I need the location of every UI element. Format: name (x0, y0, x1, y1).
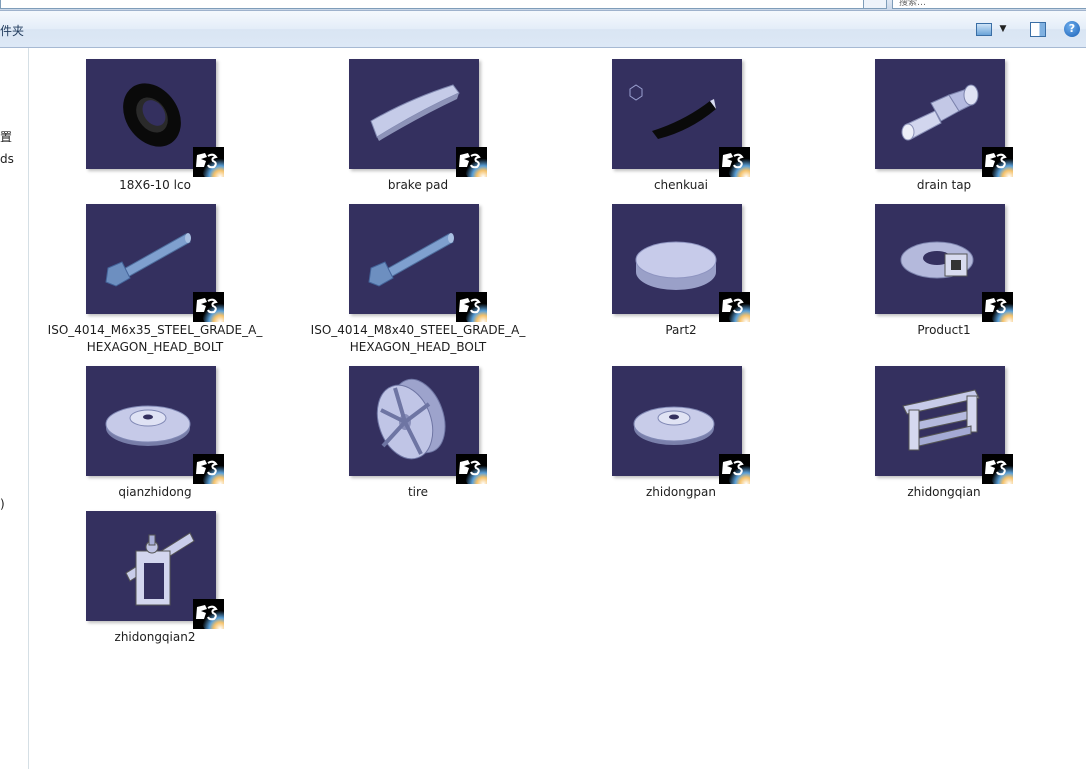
file-name[interactable]: Product1 (829, 322, 1059, 339)
file-name[interactable]: zhidongqian (829, 484, 1059, 501)
catia-3ds-icon (193, 147, 224, 177)
view-options-icon[interactable] (974, 20, 994, 38)
dropdown-arrow-icon[interactable]: ▼ (996, 20, 1010, 38)
catia-3ds-icon (982, 292, 1013, 322)
file-item[interactable]: zhidongqian (829, 366, 1059, 501)
catia-3ds-icon (456, 292, 487, 322)
file-list[interactable]: 18X6-10 lco brake pad chenkuai drain tap… (29, 48, 1086, 769)
file-item[interactable]: 18X6-10 lco (40, 59, 270, 194)
catia-3ds-icon (193, 454, 224, 484)
catia-3ds-icon (456, 454, 487, 484)
file-name[interactable]: 18X6-10 lco (40, 177, 270, 194)
file-name[interactable]: zhidongqian2 (40, 629, 270, 646)
file-item[interactable]: brake pad (303, 59, 533, 194)
file-name[interactable]: qianzhidong (40, 484, 270, 501)
file-item[interactable]: qianzhidong (40, 366, 270, 501)
file-name[interactable]: chenkuai (566, 177, 796, 194)
file-name[interactable]: brake pad (303, 177, 533, 194)
file-name[interactable]: Part2 (566, 322, 796, 339)
catia-3ds-icon (193, 599, 224, 629)
file-item[interactable]: ISO_4014_M6x35_STEEL_GRADE_A_ HEXAGON_HE… (40, 204, 270, 356)
catia-3ds-icon (193, 292, 224, 322)
file-name[interactable]: ISO_4014_M6x35_STEEL_GRADE_A_ HEXAGON_HE… (40, 322, 270, 356)
file-item[interactable]: tire (303, 366, 533, 501)
file-name[interactable]: zhidongpan (566, 484, 796, 501)
nav-item-fragment[interactable]: ) (0, 497, 5, 511)
file-item[interactable]: ISO_4014_M8x40_STEEL_GRADE_A_ HEXAGON_HE… (303, 204, 533, 356)
file-item[interactable]: Product1 (829, 204, 1059, 339)
file-name[interactable]: drain tap (829, 177, 1059, 194)
navigation-pane[interactable]: 置 ds ) (0, 48, 29, 769)
catia-3ds-icon (456, 147, 487, 177)
catia-3ds-icon (719, 454, 750, 484)
file-name[interactable]: ISO_4014_M8x40_STEEL_GRADE_A_ HEXAGON_HE… (303, 322, 533, 356)
catia-3ds-icon (719, 292, 750, 322)
catia-3ds-icon (982, 454, 1013, 484)
file-name[interactable]: tire (303, 484, 533, 501)
file-item[interactable]: zhidongpan (566, 366, 796, 501)
file-item[interactable]: chenkuai (566, 59, 796, 194)
search-box[interactable]: 搜索… (892, 0, 1086, 9)
address-refresh-button[interactable] (863, 0, 887, 9)
catia-3ds-icon (719, 147, 750, 177)
file-item[interactable]: zhidongqian2 (40, 511, 270, 646)
search-box-text: 搜索… (899, 0, 927, 8)
preview-pane-icon[interactable] (1028, 20, 1048, 38)
nav-item-fragment[interactable]: ds (0, 152, 14, 166)
address-bar[interactable] (0, 0, 864, 9)
command-bar-folder-label[interactable]: 件夹 (0, 22, 24, 39)
help-icon[interactable]: ? (1063, 20, 1081, 38)
address-bar-strip: 搜索… (0, 0, 1086, 11)
file-item[interactable]: drain tap (829, 59, 1059, 194)
catia-3ds-icon (982, 147, 1013, 177)
nav-item-fragment[interactable]: 置 (0, 128, 12, 145)
command-bar: 件夹 ▼ ? (0, 11, 1086, 48)
file-item[interactable]: Part2 (566, 204, 796, 339)
